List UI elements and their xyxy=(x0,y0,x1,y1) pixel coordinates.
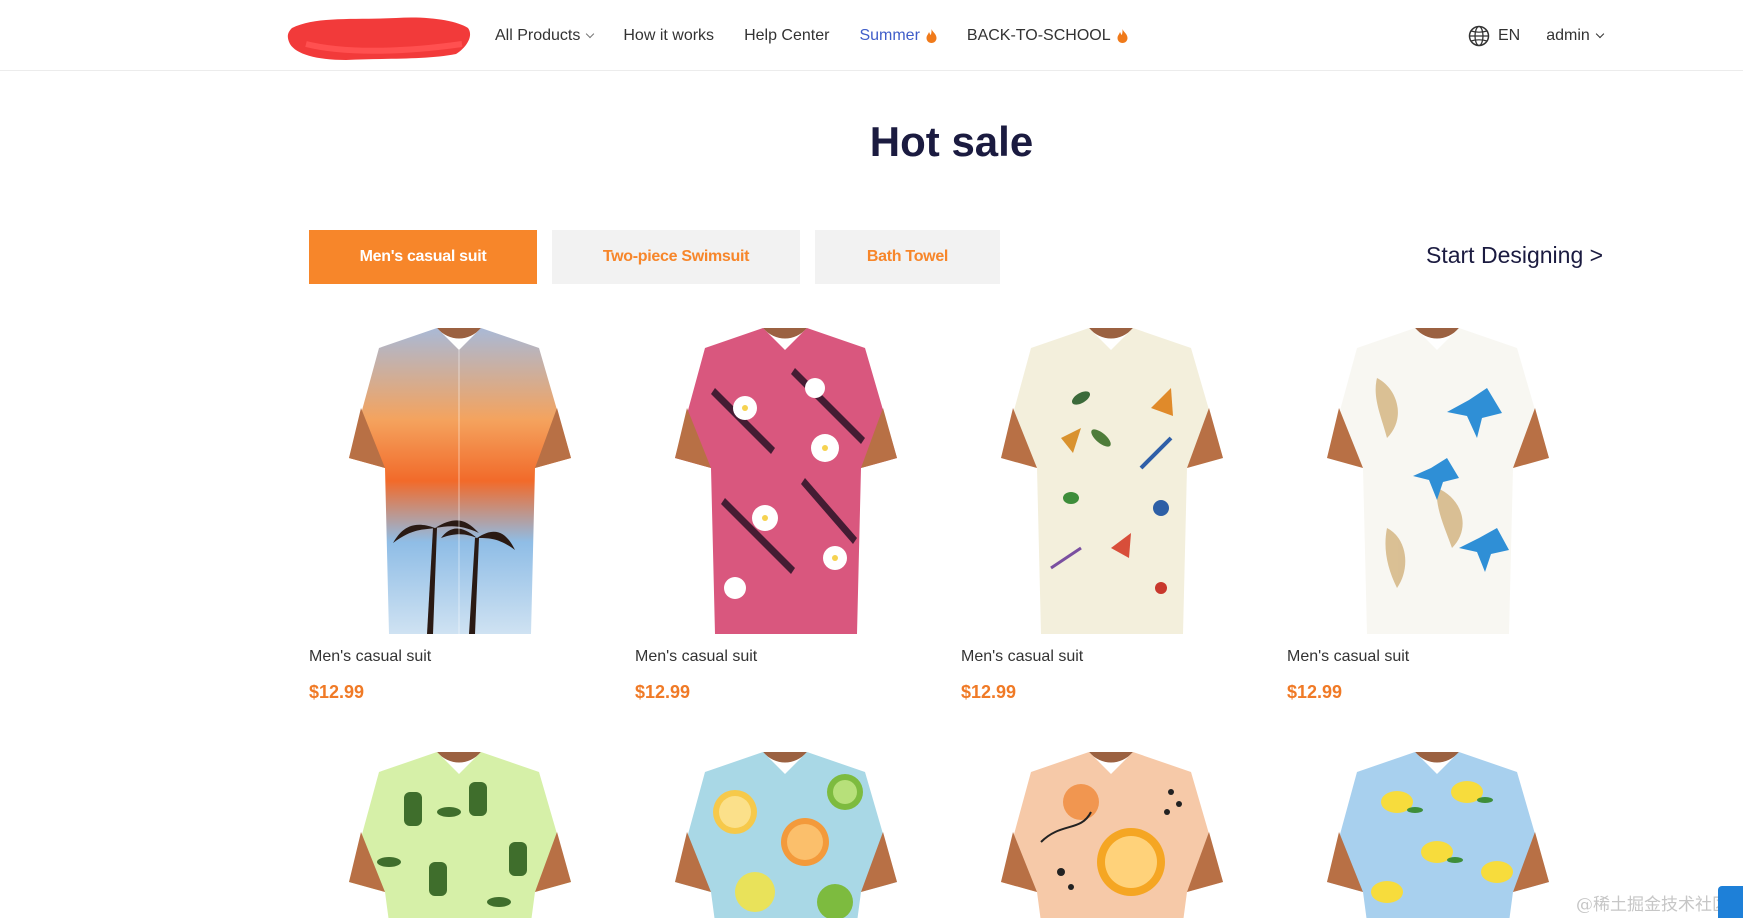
product-card[interactable]: Men's casual suit $12.99 xyxy=(635,328,935,702)
category-tabs: Men's casual suit Two-piece Swimsuit Bat… xyxy=(309,230,1015,284)
product-price: $12.99 xyxy=(1287,682,1343,702)
user-menu[interactable]: admin xyxy=(1546,26,1605,45)
product-image[interactable] xyxy=(1287,328,1587,634)
nav-summer-label: Summer xyxy=(859,26,920,44)
language-label: EN xyxy=(1498,26,1521,44)
product-price: $12.99 xyxy=(635,682,691,702)
product-image[interactable] xyxy=(635,328,935,634)
product-card[interactable] xyxy=(309,752,609,918)
top-header: All Products How it works Help Center Su… xyxy=(0,0,1743,71)
product-name[interactable]: Men's casual suit xyxy=(635,648,757,666)
language-switcher[interactable]: EN xyxy=(1468,25,1520,47)
nav-all-products-label: All Products xyxy=(495,26,581,44)
watermark-text: @稀土掘金技术社区 xyxy=(1576,895,1729,915)
product-image[interactable] xyxy=(309,328,609,634)
nav-help-center-label: Help Center xyxy=(744,26,830,44)
product-image[interactable] xyxy=(309,752,609,918)
corner-widget[interactable] xyxy=(1718,886,1743,918)
chevron-down-icon xyxy=(1595,29,1605,38)
flame-icon xyxy=(1117,28,1128,43)
product-price: $12.99 xyxy=(961,682,1017,702)
redacted-logo[interactable] xyxy=(286,14,472,64)
product-name[interactable]: Men's casual suit xyxy=(1287,648,1409,666)
main-nav: All Products How it works Help Center Su… xyxy=(495,0,1158,71)
product-image[interactable] xyxy=(961,328,1261,634)
page-title: Hot sale xyxy=(869,118,1034,165)
nav-how-it-works[interactable]: How it works xyxy=(623,27,714,45)
nav-back-to-school-label: BACK-TO-SCHOOL xyxy=(966,26,1111,44)
product-card[interactable]: Men's casual suit $12.99 xyxy=(1287,328,1587,702)
product-card[interactable]: Men's casual suit $12.99 xyxy=(309,328,609,702)
nav-back-to-school[interactable]: BACK-TO-SCHOOL xyxy=(967,27,1128,45)
product-card[interactable] xyxy=(961,752,1261,918)
product-name[interactable]: Men's casual suit xyxy=(309,648,431,666)
tab-bath-towel[interactable]: Bath Towel xyxy=(815,230,1000,284)
chevron-down-icon xyxy=(586,29,595,38)
product-price: $12.99 xyxy=(309,682,365,702)
nav-summer[interactable]: Summer xyxy=(859,26,937,45)
product-card[interactable] xyxy=(1287,752,1587,918)
tab-two-piece-swimsuit[interactable]: Two-piece Swimsuit xyxy=(552,230,800,284)
globe-icon xyxy=(1468,25,1490,46)
product-image[interactable] xyxy=(961,752,1261,918)
nav-all-products[interactable]: All Products xyxy=(495,26,595,45)
user-name: admin xyxy=(1546,26,1590,44)
flame-icon xyxy=(926,28,937,43)
product-card[interactable]: Men's casual suit $12.99 xyxy=(961,328,1261,702)
product-card[interactable] xyxy=(635,752,935,918)
product-image[interactable] xyxy=(635,752,935,918)
nav-help-center[interactable]: Help Center xyxy=(744,27,829,45)
product-name[interactable]: Men's casual suit xyxy=(961,648,1083,666)
nav-how-it-works-label: How it works xyxy=(623,26,715,44)
product-image[interactable] xyxy=(1287,752,1587,918)
start-designing-link[interactable]: Start Designing > xyxy=(1426,242,1603,269)
header-right: EN admin xyxy=(1468,0,1605,71)
tab-mens-casual-suit[interactable]: Men's casual suit xyxy=(309,230,537,284)
